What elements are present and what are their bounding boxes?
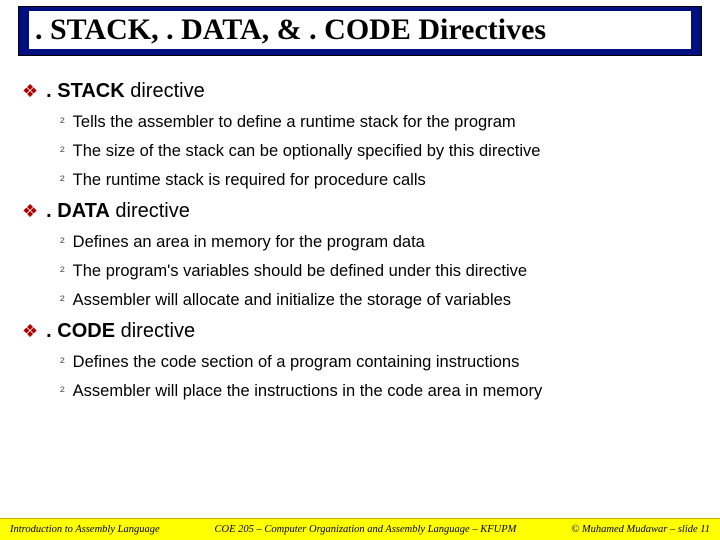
heading-strong: . STACK — [46, 80, 125, 102]
section-heading: ❖ . DATA directive — [22, 200, 698, 223]
sub-bullet-icon: ² — [60, 263, 65, 279]
heading-rest: directive — [110, 200, 190, 222]
list-text: Defines an area in memory for the progra… — [73, 233, 425, 252]
list-text: Defines the code section of a program co… — [73, 353, 520, 372]
sub-bullet-icon: ² — [60, 383, 65, 399]
list-item: ² Defines the code section of a program c… — [60, 353, 698, 372]
footer-right: © Muhamed Mudawar – slide 11 — [571, 524, 710, 535]
heading-rest: directive — [115, 320, 195, 342]
list-item: ² The runtime stack is required for proce… — [60, 171, 698, 190]
section-heading: ❖ . STACK directive — [22, 80, 698, 103]
heading-rest: directive — [125, 80, 205, 102]
diamond-bullet-icon: ❖ — [22, 82, 38, 100]
list-text: Tells the assembler to define a runtime … — [73, 113, 516, 132]
list-text: Assembler will place the instructions in… — [73, 382, 543, 401]
list-item: ² Assembler will place the instructions i… — [60, 382, 698, 401]
list-text: The runtime stack is required for proced… — [73, 171, 426, 190]
heading-strong: . CODE — [46, 320, 115, 342]
list-item: ² Assembler will allocate and initialize … — [60, 291, 698, 310]
list-item: ² The size of the stack can be optionally… — [60, 142, 698, 161]
diamond-bullet-icon: ❖ — [22, 322, 38, 340]
slide-title-inner: . STACK, . DATA, & . CODE Directives — [29, 11, 691, 49]
heading-strong: . DATA — [46, 200, 110, 222]
list-item: ² Tells the assembler to define a runtime… — [60, 113, 698, 132]
diamond-bullet-icon: ❖ — [22, 202, 38, 220]
section-heading: ❖ . CODE directive — [22, 320, 698, 343]
sub-bullet-icon: ² — [60, 114, 65, 130]
sub-bullet-icon: ² — [60, 172, 65, 188]
sub-bullet-icon: ² — [60, 292, 65, 308]
sub-bullet-icon: ² — [60, 143, 65, 159]
slide-title: . STACK, . DATA, & . CODE Directives — [35, 13, 546, 46]
list-item: ² The program's variables should be defin… — [60, 262, 698, 281]
sub-bullet-icon: ² — [60, 234, 65, 250]
footer-left: Introduction to Assembly Language — [10, 524, 160, 535]
slide-content: ❖ . STACK directive ² Tells the assembler… — [22, 70, 698, 401]
sub-bullet-icon: ² — [60, 354, 65, 370]
list-text: Assembler will allocate and initialize t… — [73, 291, 511, 310]
list-text: The size of the stack can be optionally … — [73, 142, 541, 161]
slide-footer: Introduction to Assembly Language COE 20… — [0, 518, 720, 540]
footer-center: COE 205 – Computer Organization and Asse… — [160, 524, 572, 535]
list-item: ² Defines an area in memory for the progr… — [60, 233, 698, 252]
list-text: The program's variables should be define… — [73, 262, 527, 281]
slide-title-box: . STACK, . DATA, & . CODE Directives — [18, 6, 702, 56]
